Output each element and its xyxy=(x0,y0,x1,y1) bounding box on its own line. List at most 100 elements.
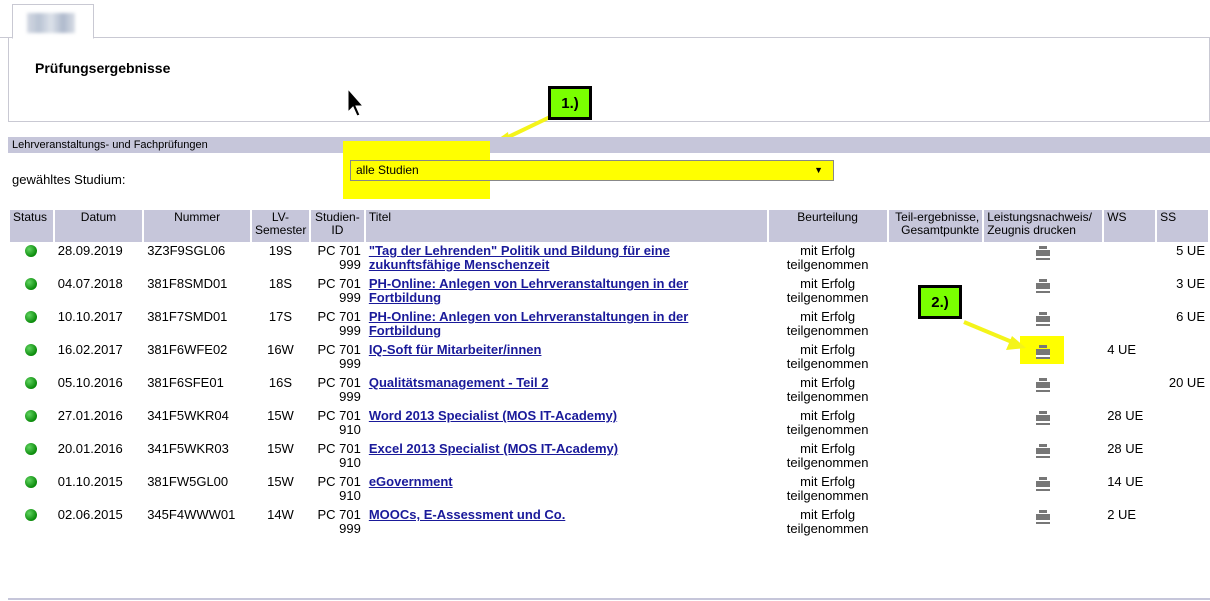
course-title-link[interactable]: PH-Online: Anlegen von Lehrveranstaltung… xyxy=(369,276,689,305)
nummer-cell: 381F6SFE01 xyxy=(147,375,224,390)
course-title-link[interactable]: Word 2013 Specialist (MOS IT-Academy) xyxy=(369,408,617,423)
semester-cell: 19S xyxy=(268,243,293,258)
studien-id-cell: PC 701 999 xyxy=(317,309,361,338)
titel-cell: PH-Online: Anlegen von Lehrveranstaltung… xyxy=(366,277,767,308)
course-title-link[interactable]: "Tag der Lehrenden" Politik und Bildung … xyxy=(369,243,670,272)
print-cell xyxy=(984,277,1102,308)
status-ok-icon xyxy=(25,278,38,290)
nummer-cell: 381F8SMD01 xyxy=(147,276,228,291)
status-ok-icon xyxy=(25,377,38,389)
ws-cell xyxy=(1104,310,1155,341)
course-title-link[interactable]: PH-Online: Anlegen von Lehrveranstaltung… xyxy=(369,309,689,338)
ss-cell: 5 UE xyxy=(1176,243,1205,258)
titel-cell: Word 2013 Specialist (MOS IT-Academy) xyxy=(366,409,767,440)
nummer-cell: 341F5WKR04 xyxy=(147,408,229,423)
datum-cell: 10.10.2017 xyxy=(57,309,123,324)
datum-cell: 05.10.2016 xyxy=(57,375,123,390)
status-ok-icon xyxy=(25,509,38,521)
printer-icon[interactable] xyxy=(1036,279,1051,291)
status-cell xyxy=(10,508,53,539)
ss-cell: 3 UE xyxy=(1176,276,1205,291)
nummer-cell: 381F6WFE02 xyxy=(147,342,228,357)
datum-cell: 27.01.2016 xyxy=(57,408,123,423)
printer-icon[interactable] xyxy=(1036,246,1051,258)
table-row: 28.09.2019 3Z3F9SGL06 19S PC 701 999 "Tag de… xyxy=(10,244,1208,275)
titel-cell: "Tag der Lehrenden" Politik und Bildung … xyxy=(366,244,767,275)
table-row: 04.07.2018 381F8SMD01 18S PC 701 999 PH-Onli… xyxy=(10,277,1208,308)
teilergebnisse-cell xyxy=(889,508,983,539)
studien-id-cell: PC 701 999 xyxy=(317,276,361,305)
printer-icon[interactable] xyxy=(1036,345,1051,357)
printer-icon[interactable] xyxy=(1036,411,1051,423)
col-nummer: Nummer xyxy=(144,210,250,242)
col-leistungsnachweis: Leistungsnachweis/ Zeugnis drucken xyxy=(984,210,1103,242)
nummer-cell: 381F7SMD01 xyxy=(147,309,228,324)
status-cell xyxy=(10,475,53,506)
blurred-logo xyxy=(27,13,75,33)
semester-cell: 17S xyxy=(268,309,293,324)
print-cell xyxy=(984,343,1102,374)
course-title-link[interactable]: IQ-Soft für Mitarbeiter/innen xyxy=(369,342,542,357)
studium-select[interactable]: alle Studien ▼ xyxy=(350,160,834,181)
print-cell xyxy=(984,442,1102,473)
printer-icon[interactable] xyxy=(1036,444,1051,456)
status-ok-icon xyxy=(25,443,38,455)
teilergebnisse-cell xyxy=(889,343,983,374)
col-datum: Datum xyxy=(54,210,143,242)
studium-select-value: alle Studien xyxy=(356,163,419,177)
ws-cell: 28 UE xyxy=(1107,408,1144,423)
tab-bar xyxy=(0,0,1210,39)
ss-cell xyxy=(1157,409,1208,440)
course-title-link[interactable]: MOOCs, E-Assessment und Co. xyxy=(369,507,565,522)
course-title-link[interactable]: Excel 2013 Specialist (MOS IT-Academy) xyxy=(369,441,618,456)
printer-icon[interactable] xyxy=(1036,510,1051,522)
semester-cell: 15W xyxy=(267,441,294,456)
ws-cell: 14 UE xyxy=(1107,474,1144,489)
status-cell xyxy=(10,310,53,341)
titel-cell: MOOCs, E-Assessment und Co. xyxy=(366,508,767,539)
status-ok-icon xyxy=(25,344,38,356)
section-header: Lehrveranstaltungs- und Fachprüfungen xyxy=(8,137,1210,153)
beurteilung-cell: mit Erfolg teilgenommen xyxy=(786,276,869,305)
nummer-cell: 341F5WKR03 xyxy=(147,441,229,456)
teilergebnisse-cell xyxy=(889,409,983,440)
print-cell xyxy=(984,376,1102,407)
status-cell xyxy=(10,244,53,275)
nummer-cell: 345F4WWW01 xyxy=(147,507,236,522)
status-cell xyxy=(10,343,53,374)
col-lv-semester: LV-Semester xyxy=(251,210,309,242)
table-row: 27.01.2016 341F5WKR04 15W PC 701 910 Word 20… xyxy=(10,409,1208,440)
teilergebnisse-cell xyxy=(889,244,983,275)
printer-icon[interactable] xyxy=(1036,312,1051,324)
ws-cell xyxy=(1104,277,1155,308)
col-studien-id: Studien-ID xyxy=(310,210,364,242)
print-cell xyxy=(984,508,1102,539)
course-title-link[interactable]: Qualitätsmanagement - Teil 2 xyxy=(369,375,549,390)
status-cell xyxy=(10,277,53,308)
titel-cell: PH-Online: Anlegen von Lehrveranstaltung… xyxy=(366,310,767,341)
col-ws: WS xyxy=(1104,210,1156,242)
table-row: 05.10.2016 381F6SFE01 16S PC 701 999 Qualitä… xyxy=(10,376,1208,407)
studien-id-cell: PC 701 999 xyxy=(317,342,361,371)
table-row: 02.06.2015 345F4WWW01 14W PC 701 999 MOOCs, … xyxy=(10,508,1208,539)
ss-cell xyxy=(1157,475,1208,506)
status-cell xyxy=(10,409,53,440)
course-title-link[interactable]: eGovernment xyxy=(369,474,453,489)
printer-icon[interactable] xyxy=(1036,378,1051,390)
teilergebnisse-cell xyxy=(889,442,983,473)
status-ok-icon xyxy=(25,410,38,422)
ss-cell xyxy=(1157,442,1208,473)
tab-home[interactable] xyxy=(12,4,94,39)
beurteilung-cell: mit Erfolg teilgenommen xyxy=(786,507,869,536)
table-row: 01.10.2015 381FW5GL00 15W PC 701 910 eGovern… xyxy=(10,475,1208,506)
datum-cell: 20.01.2016 xyxy=(57,441,123,456)
teilergebnisse-cell xyxy=(889,376,983,407)
status-ok-icon xyxy=(25,476,38,488)
ss-cell: 20 UE xyxy=(1168,375,1205,390)
titel-cell: IQ-Soft für Mitarbeiter/innen xyxy=(366,343,767,374)
teilergebnisse-cell xyxy=(889,310,983,341)
beurteilung-cell: mit Erfolg teilgenommen xyxy=(786,474,869,503)
printer-icon[interactable] xyxy=(1036,477,1051,489)
results-table: Status Datum Nummer LV-Semester Studien-… xyxy=(8,208,1210,541)
studien-id-cell: PC 701 999 xyxy=(317,507,361,536)
